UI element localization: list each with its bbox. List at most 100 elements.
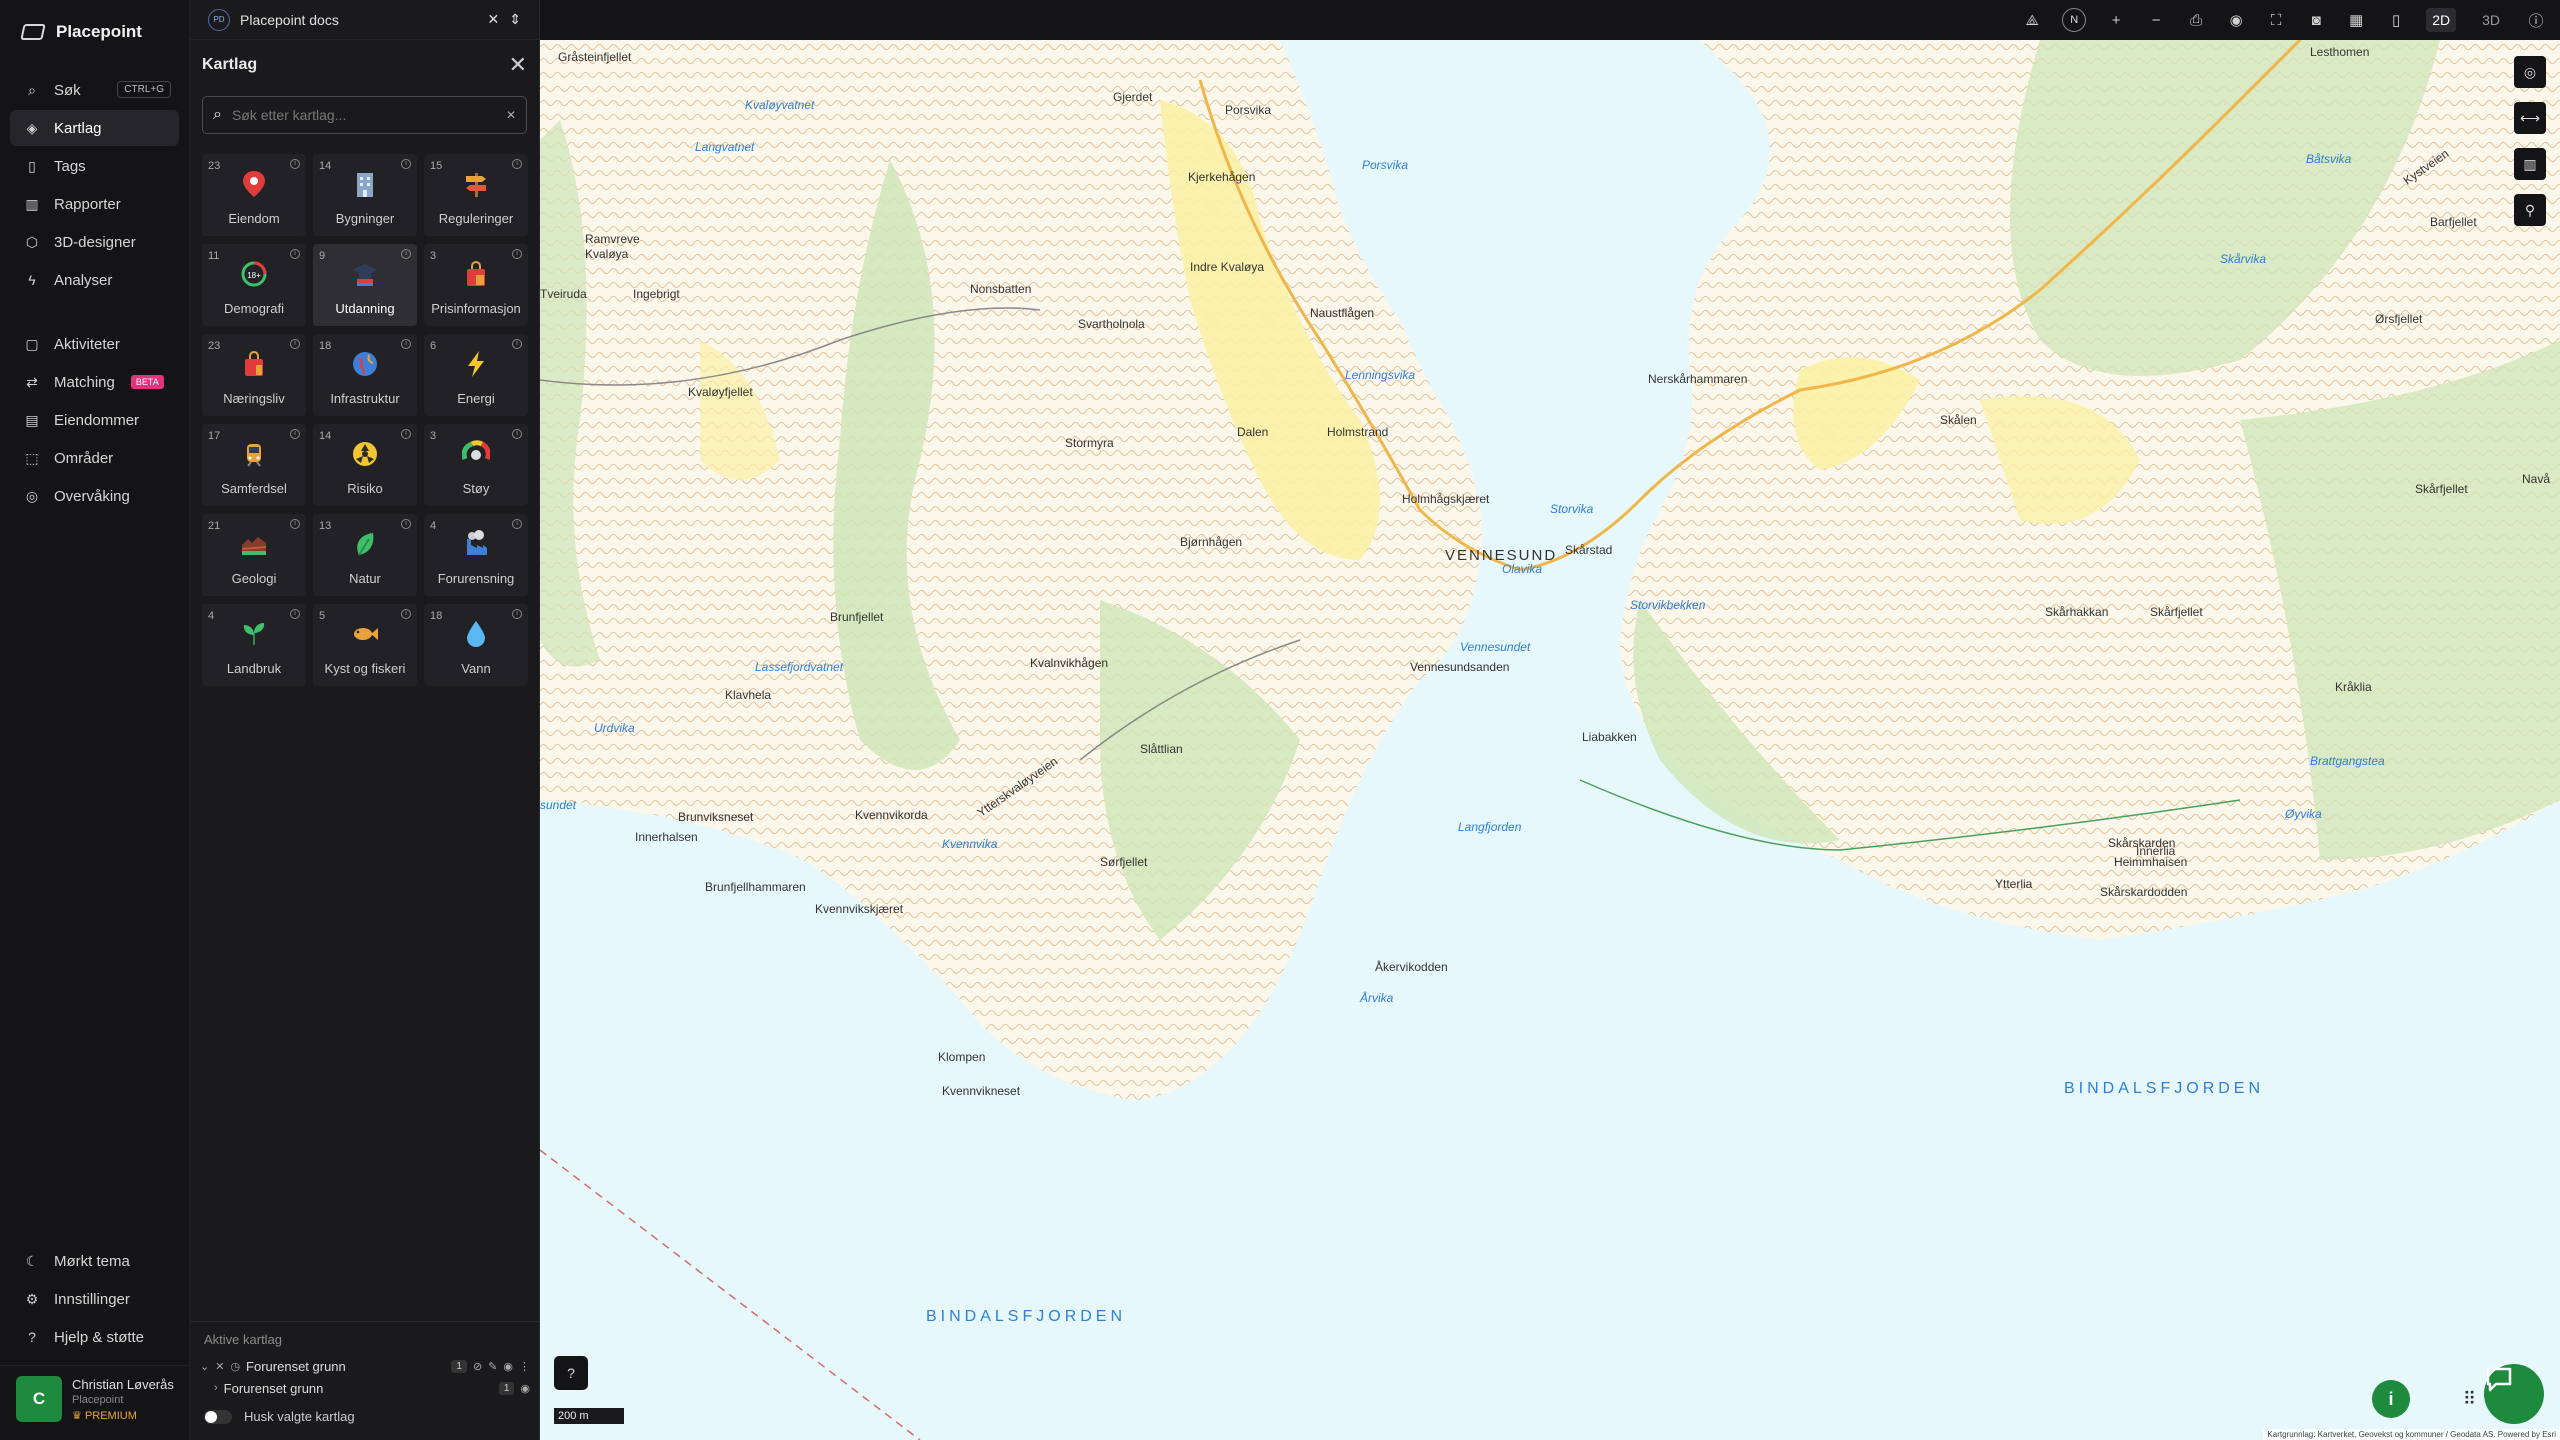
print-icon[interactable]: ⎙: [2186, 12, 2206, 29]
nav-item-eiendommer[interactable]: ▤ Eiendommer: [10, 402, 179, 438]
chart-tool-icon[interactable]: ▥: [2514, 148, 2546, 180]
category-infrastruktur[interactable]: 18 i Infrastruktur: [313, 334, 417, 416]
nav-item-matching[interactable]: ⇄ Matching BETA: [10, 364, 179, 400]
clear-icon[interactable]: ✕: [506, 108, 516, 122]
layers-3d-icon[interactable]: ⟁: [2022, 12, 2042, 29]
place-label: Nerskårhammaren: [1648, 372, 1748, 386]
mode-3d-button[interactable]: 3D: [2476, 8, 2506, 32]
eye-icon[interactable]: ◉: [520, 1382, 530, 1395]
more-icon[interactable]: ⋮: [519, 1360, 530, 1373]
nav-item-omrader[interactable]: ⬚ Områder: [10, 440, 179, 476]
filter-icon[interactable]: ⊘: [473, 1360, 482, 1373]
category-risiko[interactable]: 14 i Risiko: [313, 424, 417, 506]
category-label: Landbruk: [226, 661, 282, 676]
category-utdanning[interactable]: 9 i Utdanning: [313, 244, 417, 326]
category-bygninger[interactable]: 14 i Bygninger: [313, 154, 417, 236]
water-label: Båtsvika: [2306, 152, 2352, 166]
place-label: Lesthomen: [2310, 45, 2370, 59]
map-help-button[interactable]: ?: [554, 1356, 588, 1390]
category-reguleringer[interactable]: 15 i Reguleringer: [424, 154, 528, 236]
place-label: Skålen: [1940, 413, 1977, 427]
zoom-in-icon[interactable]: +: [2106, 12, 2126, 29]
nav-item-dark-theme[interactable]: ☾ Mørkt tema: [10, 1243, 180, 1279]
category-eiendom[interactable]: 23 i Eiendom: [202, 154, 306, 236]
water-label: Porsvika: [1362, 158, 1409, 172]
active-layer-group[interactable]: ⌄ ✕ ◷ Forurenset grunn 1 ⊘ ✎ ◉ ⋮: [190, 1355, 540, 1377]
category-samferdsel[interactable]: 17 i Samferdsel: [202, 424, 306, 506]
nav-bottom: ☾ Mørkt tema ⚙ Innstillinger ? Hjelp & s…: [0, 1241, 190, 1440]
basemap-grid-icon[interactable]: ▦: [2346, 11, 2366, 29]
measure-icon[interactable]: ⟷: [2514, 102, 2546, 134]
map-canvas[interactable]: Gråsteinfjellet Kvaløyvatnet Langvatnet …: [540, 40, 2560, 1440]
category-prisinformasjon[interactable]: 3 i Prisinformasjon: [424, 244, 528, 326]
lightning-icon: ϟ: [28, 272, 36, 288]
close-icon[interactable]: ✕: [509, 52, 527, 78]
category-label: Vann: [461, 661, 491, 676]
chat-button[interactable]: [2484, 1364, 2544, 1424]
active-layer-child[interactable]: › Forurenset grunn 1 ◉: [190, 1377, 540, 1399]
category-label: Eiendom: [228, 211, 280, 226]
layer-search-input[interactable]: [231, 107, 496, 123]
remember-layers: Husk valgte kartlag: [190, 1399, 540, 1436]
category-naeringsliv[interactable]: 23 i Næringsliv: [202, 334, 306, 416]
nav-item-aktiviteter[interactable]: ▢ Aktiviteter: [10, 326, 179, 362]
user-card[interactable]: C Christian Løverås Placepoint ♛ PREMIUM: [0, 1365, 190, 1440]
chevron-down-icon[interactable]: ⌄: [200, 1360, 209, 1373]
chevron-updown-icon[interactable]: ⇕: [509, 11, 521, 28]
document-bar[interactable]: PD Placepoint docs ✕ ⇕: [190, 0, 539, 40]
gear-icon: ⚙: [25, 1290, 39, 1307]
layer-tool-icon[interactable]: ◎: [2514, 56, 2546, 88]
place-label: Brunviksneset: [678, 810, 754, 824]
water-label: Storvikbekken: [1630, 598, 1706, 612]
cube-icon: ⬡: [25, 233, 39, 250]
category-geologi[interactable]: 21 i Geologi: [202, 514, 306, 596]
nav-item-overvaking[interactable]: ◎ Overvåking: [10, 478, 179, 514]
info-icon[interactable]: ⓘ: [2526, 10, 2546, 31]
drag-handle-icon[interactable]: ⠿: [2463, 1389, 2476, 1410]
remember-layers-toggle[interactable]: [204, 1409, 232, 1424]
place-label: Ørsfjellet: [2375, 312, 2423, 326]
place-label: Brunfjellet: [830, 610, 884, 624]
edit-icon[interactable]: ✎: [488, 1360, 497, 1373]
category-demografi[interactable]: 11 i 18+ Demografi: [202, 244, 306, 326]
eye-icon[interactable]: ◉: [503, 1360, 513, 1373]
fullscreen-icon[interactable]: ⛶: [2266, 12, 2286, 29]
category-stoy[interactable]: 3 i Støy: [424, 424, 528, 506]
compass-north[interactable]: N: [2062, 8, 2087, 32]
globe-icon: [313, 348, 417, 380]
nav-item-settings[interactable]: ⚙ Innstillinger: [10, 1281, 180, 1317]
place-label: Sørfjellet: [1100, 855, 1148, 869]
zoom-out-icon[interactable]: −: [2146, 12, 2166, 29]
nav-item-3d-designer[interactable]: ⬡ 3D-designer: [10, 224, 179, 260]
category-label: Utdanning: [335, 301, 395, 316]
place-label: Kvennvikorda: [855, 808, 928, 822]
category-kyst-og-fiskeri[interactable]: 5 i Kyst og fiskeri: [313, 604, 417, 686]
camera-icon[interactable]: ◙: [2306, 12, 2326, 29]
close-doc-icon[interactable]: ✕: [488, 11, 500, 28]
brand[interactable]: Placepoint: [0, 0, 189, 64]
geology-icon: [202, 528, 306, 560]
category-forurensning[interactable]: 4 i Forurensning: [424, 514, 528, 596]
panel-header: Kartlag ✕: [190, 40, 539, 88]
nav-item-kartlag[interactable]: ◈ Kartlag: [10, 110, 179, 146]
category-vann[interactable]: 18 i Vann: [424, 604, 528, 686]
nav-item-sok[interactable]: ⌕ Søk CTRL+G: [10, 72, 179, 108]
water-label: Årvika: [1360, 991, 1394, 1005]
chevron-right-icon[interactable]: ›: [214, 1382, 218, 1394]
category-landbruk[interactable]: 4 i Landbruk: [202, 604, 306, 686]
nav-item-help[interactable]: ? Hjelp & støtte: [10, 1319, 180, 1355]
water-label: sundet: [540, 798, 577, 812]
info-button[interactable]: i: [2372, 1380, 2410, 1418]
remove-icon[interactable]: ✕: [215, 1360, 224, 1373]
mode-2d-button[interactable]: 2D: [2426, 8, 2457, 32]
nav-item-rapporter[interactable]: ▥ Rapporter: [10, 186, 179, 222]
category-energi[interactable]: 6 i Energi: [424, 334, 528, 416]
place-label: Kvalnvikhågen: [1030, 656, 1109, 670]
nav-item-tags[interactable]: ▯ Tags: [10, 148, 179, 184]
eye-icon[interactable]: ◉: [2226, 11, 2246, 29]
sliders-icon[interactable]: ⚲: [2514, 194, 2546, 226]
category-natur[interactable]: 13 i Natur: [313, 514, 417, 596]
bookmark-icon[interactable]: ▯: [2386, 11, 2406, 29]
nav-item-analyser[interactable]: ϟ Analyser: [10, 262, 179, 298]
place-label: Bjørnhågen: [1180, 535, 1243, 549]
